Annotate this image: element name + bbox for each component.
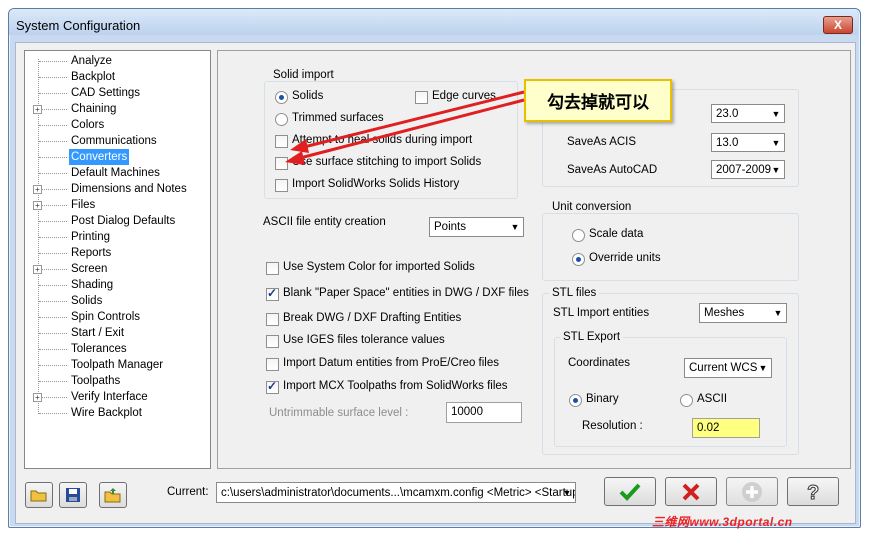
chevron-down-icon: ▼ [562,488,572,498]
save-config-button[interactable] [59,482,87,508]
watermark-text: 三维网www.3dportal.cn [652,515,793,529]
ok-button[interactable] [604,477,656,506]
help-button[interactable]: ? [787,477,839,506]
merge-config-button[interactable] [99,482,127,508]
apply-button[interactable] [726,477,778,506]
current-config-combo[interactable]: c:\users\administrator\documents...\mcam… [216,482,576,503]
open-config-button[interactable] [25,482,53,508]
arrow-line-stitch [299,98,525,160]
floppy-save-icon [66,488,80,502]
plus-circle-icon [742,481,762,502]
cancel-x-icon [682,483,700,500]
arrow-head-stitch [285,151,305,165]
annotation-arrows [285,90,525,165]
arrow-head-heal [290,139,309,153]
cancel-button[interactable] [665,477,717,506]
folder-merge-icon [104,488,121,503]
folder-open-icon [30,490,47,502]
current-label: Current: [167,486,209,498]
checkmark-icon [619,483,641,501]
help-question-icon: ? [807,481,820,503]
svg-text:?: ? [807,482,819,503]
arrow-line-heal [303,90,525,149]
